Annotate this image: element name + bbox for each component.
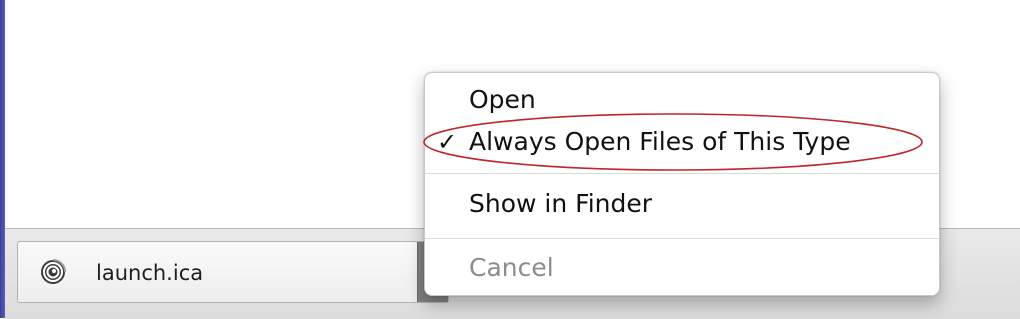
menu-item-open-label: Open: [469, 85, 536, 114]
menu-separator: [425, 173, 939, 174]
download-context-menu: Open ✓ Always Open Files of This Type Sh…: [424, 72, 940, 296]
checkmark-icon: ✓: [437, 128, 458, 156]
menu-item-cancel-label: Cancel: [469, 253, 554, 282]
download-item[interactable]: launch.ica: [17, 241, 449, 303]
menu-item-show-in-finder-label: Show in Finder: [469, 189, 653, 218]
menu-item-show-in-finder[interactable]: Show in Finder: [425, 183, 939, 225]
menu-item-always-open[interactable]: ✓ Always Open Files of This Type: [425, 121, 939, 163]
menu-item-open[interactable]: Open: [425, 79, 939, 121]
download-file-name: launch.ica: [96, 261, 204, 285]
menu-separator: [425, 238, 939, 239]
menu-item-always-open-label: Always Open Files of This Type: [469, 127, 851, 156]
menu-item-cancel[interactable]: Cancel: [425, 247, 939, 289]
citrix-receiver-icon: [41, 259, 66, 284]
